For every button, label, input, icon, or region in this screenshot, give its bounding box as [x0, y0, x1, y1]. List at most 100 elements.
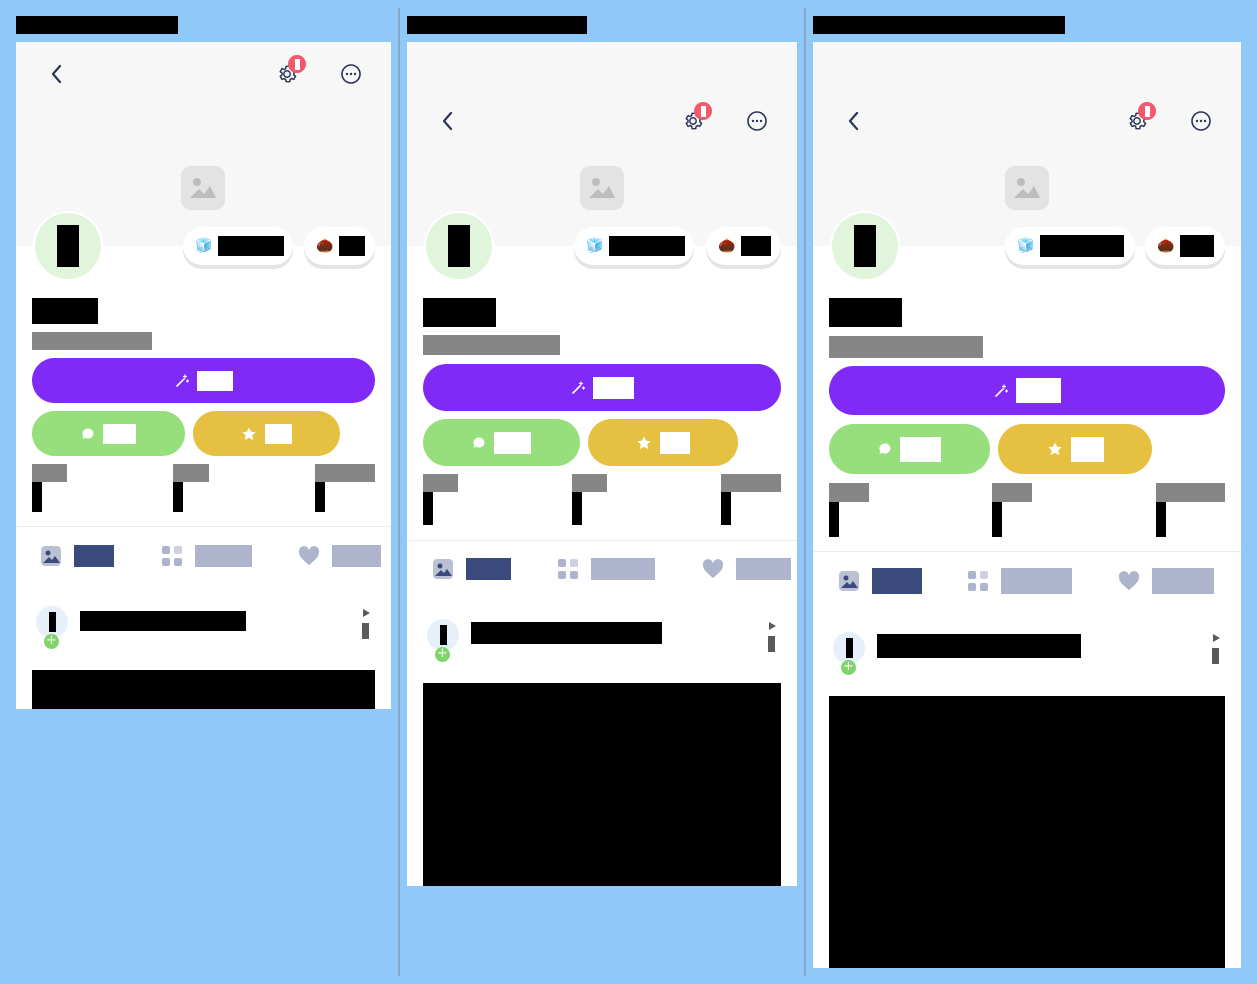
profile-subtitle [423, 335, 560, 355]
profile-name [829, 298, 902, 327]
heart-icon [298, 546, 320, 566]
tab-posts[interactable] [40, 545, 114, 567]
create-button[interactable] [423, 364, 781, 411]
back-button[interactable] [838, 106, 868, 136]
acorn-icon: 🌰 [316, 238, 334, 254]
profile-screen: 1 🧊 🌰 [16, 42, 391, 709]
favorite-button-label [660, 431, 690, 454]
stat-value[interactable] [173, 482, 183, 512]
create-button[interactable] [829, 366, 1225, 415]
image-icon [839, 571, 859, 591]
more-horizontal-icon [341, 64, 361, 84]
tab-label [1152, 568, 1214, 594]
stat-label [721, 474, 781, 492]
stat-value[interactable] [315, 482, 325, 512]
currency-chip-ice[interactable]: 🧊 [1005, 227, 1135, 265]
more-vertical-icon[interactable] [1211, 632, 1221, 666]
post-image[interactable] [423, 683, 781, 886]
more-button[interactable] [336, 59, 366, 89]
profile-name [423, 298, 496, 327]
create-button[interactable] [32, 358, 375, 403]
star-icon [637, 435, 651, 449]
stat-value[interactable] [423, 492, 433, 525]
tab-posts[interactable] [838, 568, 922, 594]
currency-chip-acorn[interactable]: 🌰 [706, 227, 781, 265]
chat-button-label [494, 431, 531, 454]
ice-cube-icon: 🧊 [195, 238, 213, 254]
cover-placeholder[interactable] [580, 166, 624, 210]
currency-chip-ice[interactable]: 🧊 [183, 227, 293, 265]
tab-collections[interactable] [967, 568, 1072, 594]
tab-label [74, 545, 114, 567]
tab-likes[interactable] [1118, 568, 1214, 594]
tab-label [1001, 568, 1072, 594]
notification-badge: 1 [694, 102, 712, 120]
currency-value [609, 236, 686, 256]
chat-button[interactable] [423, 419, 580, 466]
heart-icon [702, 559, 724, 579]
profile-screen: 1 🧊 🌰 [407, 42, 797, 886]
currency-chip-acorn[interactable]: 🌰 [1145, 227, 1225, 265]
tab-collections[interactable] [557, 558, 655, 580]
plus-icon[interactable]: + [44, 634, 59, 649]
favorite-button-label [1070, 436, 1104, 462]
panel-divider [804, 8, 806, 976]
stat-value[interactable] [829, 502, 839, 537]
plus-icon[interactable]: + [435, 647, 450, 662]
more-vertical-icon[interactable] [767, 622, 777, 652]
more-button[interactable] [1186, 106, 1216, 136]
tab-collections[interactable] [161, 545, 252, 567]
stat-value[interactable] [1156, 502, 1166, 537]
chat-bubble-icon [473, 436, 485, 448]
tab-label [736, 558, 791, 580]
chat-button[interactable] [829, 424, 990, 474]
post-title [80, 611, 246, 631]
panel-label [813, 16, 1065, 34]
post-image[interactable] [829, 696, 1225, 968]
favorite-button[interactable] [588, 419, 738, 466]
more-vertical-icon[interactable] [361, 609, 371, 639]
image-placeholder-icon [1014, 178, 1040, 198]
plus-icon[interactable]: + [841, 660, 856, 675]
tab-posts[interactable] [432, 558, 511, 580]
grid-icon [968, 571, 988, 591]
currency-value [1180, 235, 1215, 257]
section-divider [813, 551, 1241, 552]
back-button[interactable] [41, 59, 71, 89]
back-button[interactable] [432, 106, 462, 136]
image-icon [41, 546, 61, 566]
stat-value[interactable] [572, 492, 582, 525]
favorite-button[interactable] [193, 411, 340, 456]
chat-button-label [900, 436, 941, 462]
panel-divider [398, 8, 400, 976]
more-button[interactable] [742, 106, 772, 136]
tab-likes[interactable] [298, 545, 381, 567]
stat-label [315, 464, 375, 482]
star-icon [1047, 442, 1062, 456]
chat-button-label [103, 423, 136, 444]
avatar[interactable] [830, 211, 900, 281]
tab-label [466, 558, 511, 580]
more-horizontal-icon [747, 111, 767, 131]
avatar[interactable] [33, 211, 103, 281]
tab-likes[interactable] [702, 558, 791, 580]
cover-placeholder[interactable] [1005, 166, 1049, 210]
stat-value[interactable] [992, 502, 1002, 537]
stat-value[interactable] [721, 492, 731, 525]
currency-chip-ice[interactable]: 🧊 [574, 227, 694, 265]
post-title [877, 634, 1081, 658]
section-divider [16, 526, 391, 527]
currency-chip-acorn[interactable]: 🌰 [304, 227, 375, 265]
magic-wand-icon [571, 380, 585, 394]
favorite-button[interactable] [998, 424, 1152, 474]
stat-label [32, 464, 67, 482]
ice-cube-icon: 🧊 [586, 238, 604, 254]
cover-placeholder[interactable] [181, 166, 225, 210]
ice-cube-icon: 🧊 [1017, 238, 1035, 254]
image-placeholder-icon [589, 178, 615, 198]
magic-wand-icon [994, 383, 1008, 397]
post-image[interactable] [32, 670, 375, 709]
stat-value[interactable] [32, 482, 42, 512]
chat-button[interactable] [32, 411, 185, 456]
avatar[interactable] [424, 211, 494, 281]
